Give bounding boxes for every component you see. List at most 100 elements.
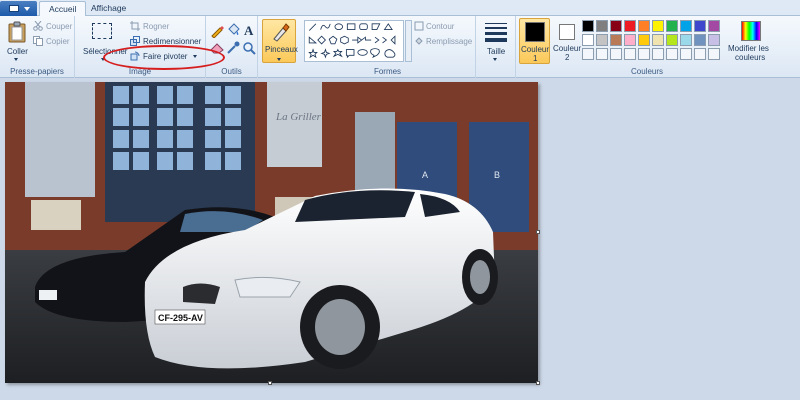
palette-swatch[interactable] bbox=[666, 20, 678, 32]
chevron-down-icon bbox=[24, 7, 30, 11]
custom-color-slot[interactable] bbox=[708, 48, 720, 60]
custom-color-slot[interactable] bbox=[666, 48, 678, 60]
fill-button[interactable]: Remplissage bbox=[414, 36, 476, 47]
palette-swatch[interactable] bbox=[638, 34, 650, 46]
cut-label: Couper bbox=[46, 22, 73, 31]
door-b-label: B bbox=[494, 170, 500, 180]
resize-handle-corner[interactable] bbox=[536, 381, 540, 385]
color-picker-icon[interactable] bbox=[226, 41, 240, 55]
fill-label: Remplissage bbox=[426, 37, 473, 46]
crop-label: Rogner bbox=[143, 22, 170, 31]
clipboard-icon bbox=[8, 21, 26, 43]
custom-color-slot[interactable] bbox=[624, 48, 636, 60]
colors-group: Couleur 1 Couleur 2 Modifier les couleur… bbox=[516, 16, 778, 78]
shapes-scroll[interactable] bbox=[405, 20, 412, 62]
outline-button[interactable]: Contour bbox=[414, 21, 476, 32]
pencil-icon[interactable] bbox=[210, 24, 224, 38]
fill-icon bbox=[415, 37, 423, 45]
brushes-label: Pinceaux bbox=[265, 45, 298, 54]
custom-color-slot[interactable] bbox=[610, 48, 622, 60]
palette-swatch[interactable] bbox=[610, 34, 622, 46]
crop-button[interactable]: Rogner bbox=[130, 21, 190, 32]
clipboard-group: Coller Couper Copier Presse-papiers bbox=[0, 16, 75, 78]
car-photo: La Griller A B CF-295-AV bbox=[5, 82, 538, 383]
color2-label: Couleur bbox=[553, 44, 582, 53]
color1-index: 1 bbox=[533, 54, 538, 63]
clipboard-group-label: Presse-papiers bbox=[10, 67, 64, 76]
edit-colors-label: Modifier les bbox=[728, 44, 769, 53]
svg-text:A: A bbox=[244, 23, 254, 37]
palette-swatch[interactable] bbox=[582, 34, 594, 46]
brush-icon bbox=[273, 23, 290, 42]
workspace: La Griller A B CF-295-AV bbox=[0, 78, 800, 400]
paste-button[interactable]: Coller bbox=[4, 19, 30, 63]
custom-color-slot[interactable] bbox=[596, 48, 608, 60]
color1-swatch bbox=[525, 22, 545, 42]
custom-color-slot[interactable] bbox=[694, 48, 706, 60]
fill-bucket-icon[interactable] bbox=[226, 23, 240, 37]
edit-colors-label-2: couleurs bbox=[735, 53, 766, 62]
palette-swatch[interactable] bbox=[694, 34, 706, 46]
color-spectrum-icon bbox=[741, 21, 761, 41]
text-tool-icon[interactable]: A bbox=[242, 23, 256, 37]
copy-label: Copier bbox=[46, 37, 70, 46]
crop-icon bbox=[130, 21, 140, 31]
license-plate: CF-295-AV bbox=[158, 313, 203, 323]
colors-group-label: Couleurs bbox=[630, 67, 663, 76]
app-menu-icon bbox=[9, 5, 19, 12]
custom-color-slot[interactable] bbox=[638, 48, 650, 60]
resize-handle-right[interactable] bbox=[536, 230, 540, 234]
tools-group: A Outils bbox=[206, 16, 258, 78]
image-canvas[interactable]: La Griller A B CF-295-AV bbox=[5, 82, 538, 383]
color1-button[interactable]: Couleur 1 bbox=[519, 18, 550, 64]
resize-icon bbox=[130, 36, 140, 46]
shapes-gallery[interactable] bbox=[304, 20, 404, 62]
palette-swatch[interactable] bbox=[638, 20, 650, 32]
tab-view[interactable]: Affichage bbox=[82, 1, 135, 17]
color2-button[interactable]: Couleur 2 bbox=[552, 18, 583, 64]
color2-swatch bbox=[559, 24, 575, 40]
palette-swatch[interactable] bbox=[624, 34, 636, 46]
palette-swatch[interactable] bbox=[652, 34, 664, 46]
palette-swatch[interactable] bbox=[610, 20, 622, 32]
custom-color-slot[interactable] bbox=[680, 48, 692, 60]
shapes-group-label: Formes bbox=[373, 67, 402, 76]
palette-swatch[interactable] bbox=[596, 34, 608, 46]
app-menu-button[interactable] bbox=[0, 1, 37, 16]
ribbon: Coller Couper Copier Presse-papiers Séle… bbox=[0, 16, 800, 78]
color2-index: 2 bbox=[565, 53, 570, 62]
highlight-ellipse bbox=[103, 45, 225, 70]
size-group: Taille bbox=[476, 16, 516, 78]
palette-swatch[interactable] bbox=[694, 20, 706, 32]
palette-swatch[interactable] bbox=[596, 20, 608, 32]
chevron-down-icon bbox=[277, 58, 281, 61]
palette-swatch[interactable] bbox=[666, 34, 678, 46]
size-label: Taille bbox=[487, 47, 506, 56]
custom-color-slot[interactable] bbox=[582, 48, 594, 60]
color-palette bbox=[582, 20, 732, 64]
chevron-down-icon bbox=[14, 58, 18, 61]
magnifier-icon[interactable] bbox=[242, 41, 256, 55]
door-a-label: A bbox=[422, 170, 428, 180]
palette-swatch[interactable] bbox=[624, 20, 636, 32]
brushes-button[interactable]: Pinceaux bbox=[262, 19, 298, 63]
palette-swatch[interactable] bbox=[680, 20, 692, 32]
tab-home[interactable]: Accueil bbox=[39, 1, 87, 17]
custom-color-slot[interactable] bbox=[652, 48, 664, 60]
shapes-group: Contour Remplissage Formes bbox=[300, 16, 476, 78]
copy-button[interactable]: Copier bbox=[33, 36, 73, 47]
outline-icon bbox=[414, 21, 424, 31]
chevron-down-icon bbox=[493, 58, 497, 61]
resize-handle-bottom[interactable] bbox=[268, 381, 272, 385]
select-rect-icon bbox=[92, 23, 112, 39]
edit-colors-button[interactable]: Modifier les couleurs bbox=[728, 19, 778, 63]
palette-swatch[interactable] bbox=[708, 34, 720, 46]
palette-swatch[interactable] bbox=[582, 20, 594, 32]
cut-button[interactable]: Couper bbox=[33, 21, 73, 32]
palette-swatch[interactable] bbox=[708, 20, 720, 32]
palette-swatch[interactable] bbox=[652, 20, 664, 32]
size-button[interactable]: Taille bbox=[480, 19, 512, 63]
ribbon-tab-bar: Accueil Affichage bbox=[0, 0, 800, 17]
palette-swatch[interactable] bbox=[680, 34, 692, 46]
scissors-icon bbox=[33, 21, 43, 31]
